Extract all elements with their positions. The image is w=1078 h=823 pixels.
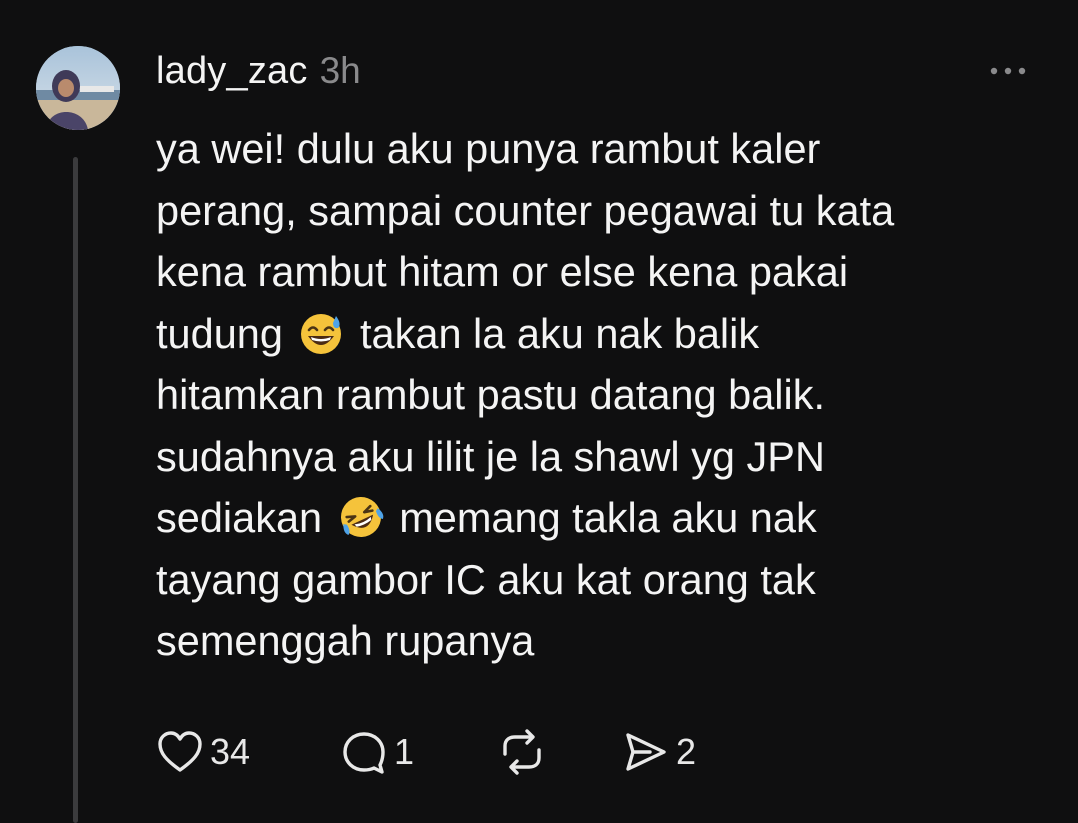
post-body: ya wei! dulu aku punya rambut kaler pera… [156, 118, 1036, 672]
post-text-line: sudahnya aku lilit je la shawl yg JPN [156, 432, 825, 480]
comment-icon [343, 732, 385, 774]
post-text-line: semenggah rupanya [156, 617, 535, 664]
post-text-line: perang, sampai counter pegawai tu kata [156, 186, 895, 234]
avatar[interactable] [36, 46, 120, 130]
username[interactable]: lady_zac [156, 50, 308, 93]
send-icon [626, 733, 666, 771]
post-header: lady_zac 3h [156, 50, 361, 100]
post-text-segment: tudung [156, 309, 283, 357]
like-button[interactable]: 34 [156, 724, 250, 780]
share-count: 2 [676, 731, 697, 772]
thread-post: lady_zac 3h ya wei! dulu aku punya rambu… [0, 0, 1078, 823]
post-text-line: ya wei! dulu aku punya rambut kaler [156, 125, 821, 172]
rolling-laughing-emoji [340, 497, 383, 537]
post-text-line: kena rambut hitam or else kena pakai [156, 248, 849, 295]
repost-icon [503, 729, 541, 775]
post-text-segment: takan la aku nak balik [360, 309, 760, 357]
post-text-line: tudung takan la aku nak balik [156, 303, 1036, 365]
post-time: 3h [319, 50, 361, 91]
share-button[interactable]: 2 [622, 724, 696, 780]
post-text-line: tayang gambor IC aku kat orang tak [156, 555, 816, 603]
reply-button[interactable]: 1 [340, 724, 414, 780]
thread-line [73, 157, 78, 823]
reply-count: 1 [394, 731, 415, 772]
post-text-line: sediakan memang takla aku nak [156, 487, 1036, 549]
post-text-line: hitamkan rambut pastu datang balik. [156, 371, 826, 418]
repost-button[interactable] [496, 724, 548, 780]
like-count: 34 [210, 731, 251, 772]
avatar-image [36, 46, 120, 130]
grinning-sweat-emoji [301, 313, 342, 354]
post-text-segment: sediakan [156, 494, 323, 541]
more-horizontal-icon[interactable] [984, 56, 1032, 86]
heart-icon [158, 731, 202, 772]
post-text-segment: memang takla aku nak [399, 494, 817, 541]
